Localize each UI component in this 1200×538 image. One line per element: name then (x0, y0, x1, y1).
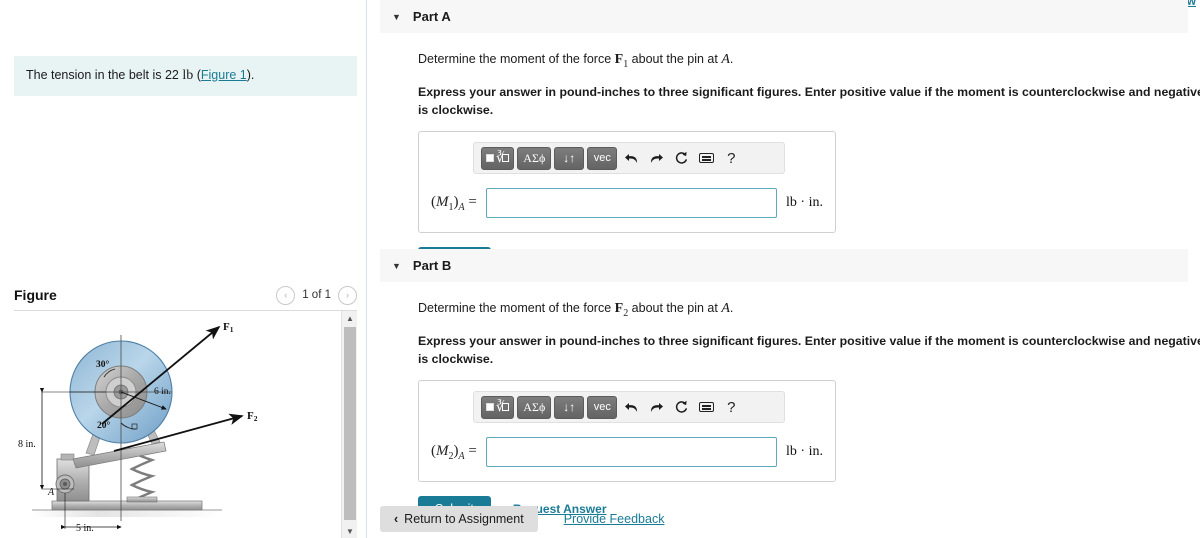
part-a-answer-label: (M1)A = (431, 193, 477, 213)
redo-icon[interactable] (645, 147, 667, 169)
part-a-block: ▼ Part A Determine the moment of the for… (380, 0, 1200, 274)
part-b-prompt: Determine the moment of the force F2 abo… (418, 298, 1188, 321)
undo-icon[interactable] (620, 396, 642, 418)
help-icon[interactable]: ? (720, 396, 742, 418)
svg-text:5 in.: 5 in. (76, 523, 94, 534)
math-template-icon[interactable]: ∛ (481, 146, 515, 170)
part-b-answer-input[interactable] (485, 437, 778, 468)
part-a-title: Part A (412, 9, 451, 24)
part-b-answer-label: (M2)A = (431, 442, 477, 462)
chevron-left-icon: ‹ (394, 512, 399, 526)
part-a-answer-box: ∛ ΑΣϕ ↓↑ vec ? (M1)A = lb · in. (418, 131, 836, 234)
part-b-body: Determine the moment of the force F2 abo… (380, 282, 1200, 523)
collapse-caret-icon[interactable]: ▼ (392, 12, 401, 22)
part-a-header[interactable]: ▼ Part A (380, 0, 1188, 33)
part-a-math-toolbar: ∛ ΑΣϕ ↓↑ vec ? (473, 142, 785, 175)
svg-text:F1: F1 (223, 321, 234, 334)
keyboard-icon[interactable] (695, 147, 717, 169)
subscript-superscript-button[interactable]: ↓↑ (554, 395, 585, 419)
part-b-header[interactable]: ▼ Part B (380, 249, 1188, 282)
provide-feedback-link[interactable]: Provide Feedback (564, 512, 665, 526)
undo-icon[interactable] (620, 147, 642, 169)
tension-unit: lb (182, 68, 194, 83)
part-a-answer-input[interactable] (485, 188, 778, 219)
scrollbar-thumb[interactable] (344, 327, 356, 520)
part-b-answer-box: ∛ ΑΣϕ ↓↑ vec ? (M2)A = lb · in. (418, 380, 836, 483)
greek-symbols-button[interactable]: ΑΣϕ (517, 395, 552, 419)
footer-bar: ‹ Return to Assignment Provide Feedback (380, 506, 664, 532)
svg-text:20°: 20° (97, 420, 111, 431)
part-a-instruction: Express your answer in pound-inches to t… (418, 84, 1200, 120)
prompt-pin-symbol: A (721, 52, 730, 67)
prompt-force-symbol: F1 (614, 52, 629, 70)
vector-button[interactable]: vec (587, 146, 618, 170)
part-a-units: lb · in. (786, 195, 823, 211)
right-panel: Review ▼ Part A Determine the moment of … (368, 0, 1200, 538)
prompt-force-symbol: F2 (614, 301, 629, 319)
part-a-prompt: Determine the moment of the force F1 abo… (418, 49, 1188, 72)
instruction-line-2: is clockwise. (418, 102, 494, 117)
reset-icon[interactable] (670, 147, 692, 169)
instruction-line-2: is clockwise. (418, 351, 494, 366)
scroll-up-icon[interactable]: ▲ (342, 311, 358, 325)
problem-page: The tension in the belt is 22 lb (Figure… (0, 0, 1200, 538)
math-template-icon[interactable]: ∛ (481, 395, 515, 419)
figure-pager: ‹ 1 of 1 › (276, 285, 357, 305)
figure-next-button[interactable]: › (338, 285, 357, 305)
part-b-math-toolbar: ∛ ΑΣϕ ↓↑ vec ? (473, 391, 785, 424)
redo-icon[interactable] (645, 396, 667, 418)
return-to-assignment-button[interactable]: ‹ Return to Assignment (380, 506, 538, 532)
figure-1-link[interactable]: Figure 1 (201, 68, 247, 82)
left-panel: The tension in the belt is 22 lb (Figure… (0, 0, 367, 538)
problem-text-paren: ( (193, 68, 201, 82)
problem-text-prefix: The tension in the belt is 22 (26, 68, 183, 82)
prompt-post: . (729, 301, 734, 315)
keyboard-icon[interactable] (695, 396, 717, 418)
figure-header: Figure ‹ 1 of 1 › (14, 281, 357, 309)
figure-page-count: 1 of 1 (302, 289, 331, 301)
part-a-body: Determine the moment of the force F1 abo… (380, 33, 1200, 274)
return-label: Return to Assignment (404, 512, 524, 526)
figure-prev-button[interactable]: ‹ (276, 285, 296, 305)
svg-text:8 in.: 8 in. (18, 439, 36, 450)
part-b-units: lb · in. (786, 444, 823, 460)
reset-icon[interactable] (670, 396, 692, 418)
part-b-title: Part B (412, 258, 452, 273)
prompt-mid: about the pin at (628, 301, 722, 315)
prompt-post: . (729, 52, 734, 66)
svg-text:6 in.: 6 in. (154, 387, 171, 397)
part-b-answer-row: (M2)A = lb · in. (431, 437, 823, 468)
greek-symbols-button[interactable]: ΑΣϕ (517, 146, 552, 170)
figure-scrollbar[interactable]: ▲ ▼ (341, 311, 357, 538)
svg-text:30°: 30° (96, 359, 110, 370)
part-b-block: ▼ Part B Determine the moment of the for… (380, 249, 1200, 523)
prompt-pin-symbol: A (721, 301, 730, 316)
figure-image: 30° 20° 6 in. 8 in. 5 in. A F1 F2 (14, 311, 340, 538)
help-icon[interactable]: ? (720, 147, 742, 169)
collapse-caret-icon[interactable]: ▼ (392, 261, 401, 271)
prompt-pre: Determine the moment of the force (418, 52, 615, 66)
prompt-mid: about the pin at (628, 52, 722, 66)
prompt-pre: Determine the moment of the force (418, 301, 615, 315)
instruction-line-1: Express your answer in pound-inches to t… (418, 84, 1200, 99)
scroll-down-icon[interactable]: ▼ (342, 524, 358, 538)
subscript-superscript-button[interactable]: ↓↑ (554, 146, 585, 170)
svg-text:F2: F2 (247, 410, 258, 423)
part-b-instruction: Express your answer in pound-inches to t… (418, 333, 1200, 369)
instruction-line-1: Express your answer in pound-inches to t… (418, 333, 1200, 348)
part-a-answer-row: (M1)A = lb · in. (431, 188, 823, 219)
problem-statement: The tension in the belt is 22 lb (Figure… (14, 56, 357, 96)
figure-heading: Figure (14, 287, 57, 303)
problem-text-suffix: ). (246, 68, 255, 82)
svg-text:A: A (47, 487, 55, 498)
vector-button[interactable]: vec (587, 395, 618, 419)
